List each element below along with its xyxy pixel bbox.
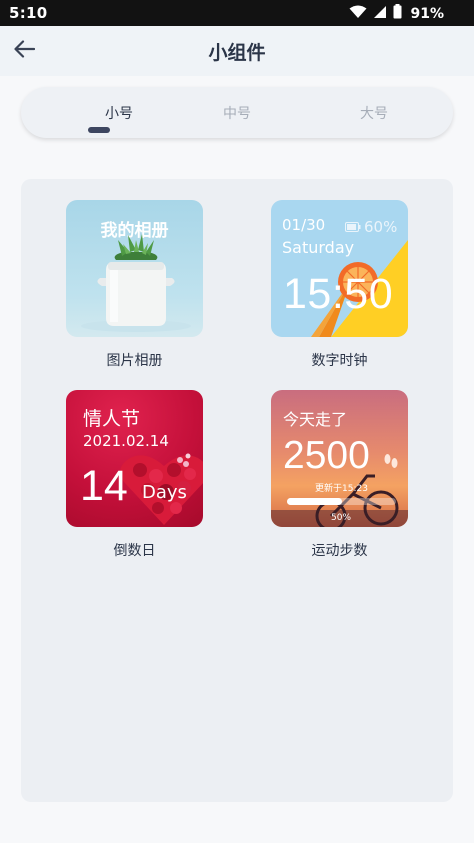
steps-title: 今天走了 — [283, 410, 348, 429]
countdown-days-unit: Days — [142, 482, 187, 503]
clock-date: 01/30 — [282, 216, 326, 234]
clock-time: 15:50 — [283, 270, 394, 318]
signal-icon — [373, 4, 387, 23]
tab-active-indicator — [88, 127, 110, 133]
wifi-icon — [349, 4, 367, 23]
battery-outline-icon — [345, 218, 361, 236]
app-bar: 小组件 — [0, 26, 474, 76]
size-tab-bar: 小号 中号 大号 — [21, 87, 453, 138]
widget-panel: 我的相册 图片相册 01/30 60% Saturday 15:50 数字时钟 … — [21, 179, 453, 802]
status-icons: 91% — [349, 4, 444, 23]
clock-battery: 60% — [345, 218, 397, 236]
tab-small[interactable]: 小号 — [79, 103, 159, 123]
page-title: 小组件 — [208, 42, 266, 64]
widget-label: 运动步数 — [311, 543, 368, 559]
countdown-days-number: 14 — [80, 462, 128, 510]
countdown-preview: 情人节 2021.02.14 14 Days — [66, 390, 203, 527]
tab-large[interactable]: 大号 — [334, 103, 414, 123]
footprints-icon — [383, 452, 399, 474]
steps-updated-time: 更新于15:23 — [315, 484, 368, 494]
status-time: 5:10 — [9, 4, 48, 22]
clock-battery-percent: 60% — [364, 218, 398, 236]
steps-progress-fill — [287, 498, 342, 505]
digital-clock-preview: 01/30 60% Saturday 15:50 — [271, 200, 408, 337]
widget-label: 数字时钟 — [311, 353, 368, 369]
countdown-date: 2021.02.14 — [83, 432, 169, 450]
battery-percent: 91% — [410, 5, 444, 22]
countdown-event: 情人节 — [83, 408, 141, 430]
steps-count: 2500 — [283, 434, 370, 477]
steps-progress-percent: 50% — [331, 513, 352, 523]
photo-album-preview: 我的相册 — [66, 200, 203, 337]
battery-icon — [393, 4, 402, 23]
steps-progress-bar — [287, 498, 396, 505]
step-counter-preview: 今天走了 2500 更新于15:23 50% — [271, 390, 408, 527]
succulent-pot-illustration — [81, 234, 191, 332]
widget-label: 图片相册 — [106, 353, 163, 369]
tab-medium[interactable]: 中号 — [197, 103, 277, 123]
clock-weekday: Saturday — [282, 238, 355, 257]
widget-label: 倒数日 — [113, 543, 156, 559]
status-bar: 5:10 91% — [0, 0, 474, 26]
